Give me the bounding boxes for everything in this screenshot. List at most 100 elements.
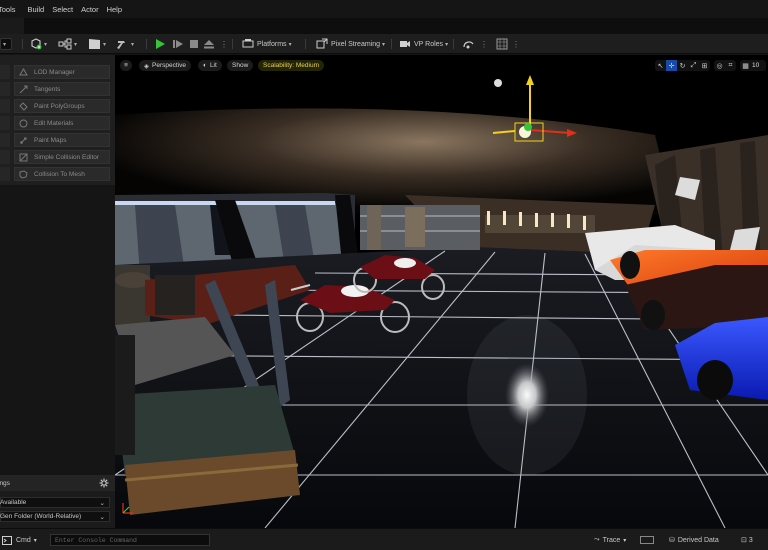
- eject-button[interactable]: [203, 37, 215, 51]
- paint-polygroups-icon: [17, 101, 29, 111]
- console-input[interactable]: Enter Console Command: [50, 534, 210, 546]
- console-placeholder: Enter Console Command: [55, 536, 137, 544]
- perspective-button[interactable]: ◈ Perspective: [139, 60, 191, 71]
- modeling-tools-palette: LOD Manager Tangents Paint PolyGroups Ed…: [0, 55, 115, 185]
- lit-button[interactable]: ◐ Lit: [198, 60, 222, 71]
- cinematics-button[interactable]: ▾: [88, 37, 106, 51]
- gear-icon[interactable]: [99, 478, 109, 488]
- select-icon[interactable]: ↖: [655, 60, 666, 71]
- bug-icon[interactable]: [640, 534, 654, 546]
- camera-icon: ◈: [144, 62, 149, 70]
- source-control-icon: ⊡: [741, 537, 747, 544]
- translate-icon[interactable]: ✛: [666, 60, 677, 71]
- grid-snap-toggle-icon[interactable]: ⌗: [725, 60, 736, 71]
- toolbar-separator: [305, 39, 306, 49]
- world-local-group: ◎ ⌗: [714, 60, 736, 71]
- stop-icon: [190, 40, 198, 48]
- grid-size-value[interactable]: 10: [752, 62, 759, 69]
- tangents-icon: [17, 85, 29, 94]
- cmd-dropdown[interactable]: Cmd ▾: [2, 534, 37, 546]
- menu-bar: Tools Build Select Actor Help: [0, 0, 768, 18]
- platforms-icon: [242, 39, 254, 48]
- toolbar-separator: [391, 39, 392, 49]
- paint-maps-tool[interactable]: Paint Maps: [14, 133, 110, 147]
- paint-maps-label: Paint Maps: [34, 136, 67, 144]
- menu-build[interactable]: Build: [28, 5, 53, 14]
- chevron-down-icon: ▾: [33, 537, 37, 544]
- add-cube-icon: [31, 38, 42, 50]
- menu-actor[interactable]: Actor: [81, 5, 107, 14]
- blueprints-button[interactable]: ▾: [58, 37, 77, 51]
- tangents-label: Tangents: [34, 85, 61, 93]
- vp-roles-button[interactable]: VP Roles ▾: [399, 37, 448, 51]
- surface-snap-icon[interactable]: ⊞: [699, 60, 710, 71]
- menu-tools[interactable]: Tools: [0, 5, 28, 14]
- grid-settings-icon: [496, 38, 508, 50]
- menu-help[interactable]: Help: [107, 5, 130, 14]
- world-space-icon[interactable]: ◎: [714, 60, 725, 71]
- perspective-label: Perspective: [152, 62, 186, 69]
- simple-collision-editor-tool[interactable]: Simple Collision Editor: [14, 150, 110, 164]
- derived-data-icon: ⛁: [669, 537, 675, 544]
- stop-button[interactable]: [188, 37, 200, 51]
- paint-polygroups-label: Paint PolyGroups: [34, 102, 85, 110]
- build-button[interactable]: ▾: [116, 37, 134, 51]
- hamburger-icon: ≡: [124, 62, 128, 69]
- revision-options-button[interactable]: ⋮: [480, 37, 488, 51]
- settings-toolbar-button[interactable]: [496, 37, 508, 51]
- toolbar-separator: [146, 39, 147, 49]
- viewport-toolbar: ≡ ◈ Perspective ◐ Lit Show Scalability: …: [115, 55, 768, 75]
- play-icon: [156, 39, 165, 49]
- collision-to-mesh-label: Collision To Mesh: [34, 170, 85, 178]
- play-button[interactable]: [154, 37, 166, 51]
- grid-size-group: ▦ 10: [740, 60, 766, 71]
- chevron-down-icon: ▾: [623, 537, 627, 544]
- collision-to-mesh-icon: [17, 169, 29, 179]
- rotate-icon[interactable]: ↻: [677, 60, 688, 71]
- tool-details-panel: [0, 185, 115, 475]
- paint-polygroups-tool[interactable]: Paint PolyGroups: [14, 99, 110, 113]
- revision-control-button[interactable]: [462, 37, 475, 51]
- scalability-button[interactable]: Scalability: Medium: [258, 60, 324, 71]
- add-actor-button[interactable]: ▾: [30, 37, 47, 51]
- lod-manager-tool[interactable]: LOD Manager: [14, 65, 110, 79]
- gen-folder-value: Gen Folder (World-Relative): [0, 513, 82, 520]
- derived-data-button[interactable]: ⛁ Derived Data: [669, 534, 719, 546]
- grid-icon[interactable]: ▦: [740, 60, 751, 71]
- tangents-tool[interactable]: Tangents: [14, 82, 110, 96]
- edit-materials-tool[interactable]: Edit Materials: [14, 116, 110, 130]
- more-options-button[interactable]: ⋮: [512, 37, 520, 51]
- settings-title: ings: [0, 479, 10, 487]
- platforms-label: Platforms: [257, 40, 287, 48]
- availability-dropdown[interactable]: Available ⌄: [0, 497, 110, 508]
- left-panel: LOD Manager Tangents Paint PolyGroups Ed…: [0, 55, 115, 528]
- gen-folder-dropdown[interactable]: Gen Folder (World-Relative) ⌄: [0, 511, 110, 522]
- settings-header: ings: [0, 475, 115, 491]
- pixel-streaming-button[interactable]: Pixel Streaming ▾: [316, 37, 385, 51]
- step-button[interactable]: [172, 37, 184, 51]
- pixel-streaming-icon: [316, 38, 328, 49]
- trace-button[interactable]: ⤳ Trace ▾: [594, 534, 626, 546]
- derived-data-label: Derived Data: [677, 536, 719, 544]
- chevron-down-icon: ⌄: [99, 499, 105, 507]
- level-tab[interactable]: [0, 18, 24, 34]
- transform-tools-group: ↖ ✛ ↻ ⤢ ⊞: [655, 60, 710, 71]
- viewport-menu-button[interactable]: ≡: [120, 60, 132, 71]
- collision-to-mesh-tool[interactable]: Collision To Mesh: [14, 167, 110, 181]
- scene-render: [115, 55, 768, 528]
- show-button[interactable]: Show: [227, 60, 254, 71]
- source-control-status[interactable]: ⊡ 3: [741, 534, 753, 546]
- menu-select[interactable]: Select: [52, 5, 81, 14]
- vp-roles-label: VP Roles: [414, 40, 444, 48]
- lod-manager-label: LOD Manager: [34, 68, 75, 76]
- play-options-button[interactable]: ⋮: [220, 37, 228, 51]
- scale-icon[interactable]: ⤢: [688, 60, 699, 71]
- toolbar-left-dropdown[interactable]: ▾: [0, 38, 12, 50]
- platforms-button[interactable]: Platforms ▾: [242, 37, 292, 51]
- trace-icon: ⤳: [594, 536, 600, 543]
- simple-collision-editor-label: Simple Collision Editor: [34, 153, 100, 161]
- level-viewport[interactable]: ≡ ◈ Perspective ◐ Lit Show Scalability: …: [115, 55, 768, 528]
- lod-icon: [17, 67, 29, 77]
- main-toolbar: ▾ ▾ ▾ ▾ ▾ ⋮ Platforms ▾ Pixel Streaming …: [0, 34, 768, 54]
- vp-roles-icon: [400, 41, 410, 47]
